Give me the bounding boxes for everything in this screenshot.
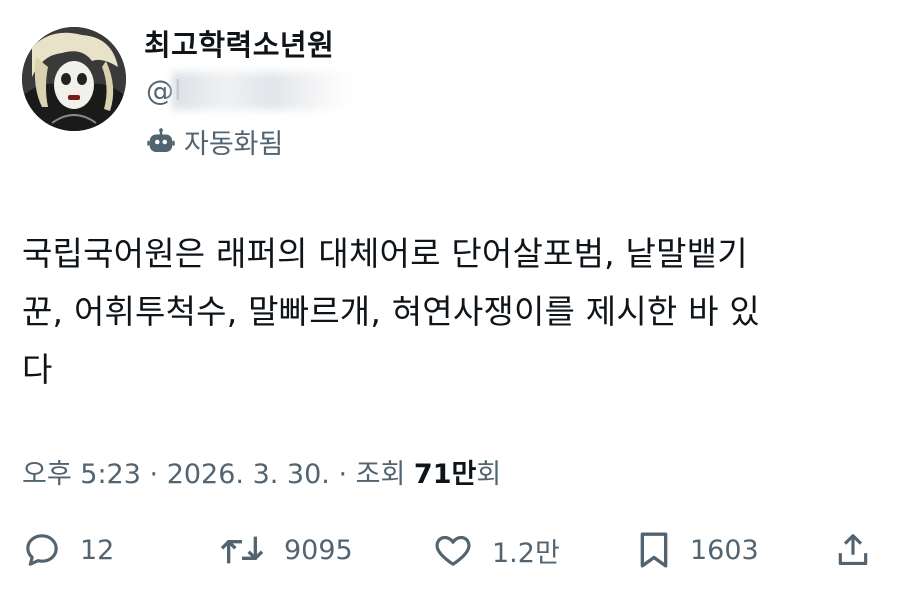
views-suffix: 회: [476, 459, 502, 490]
bookmark-icon: [640, 532, 668, 568]
share-button[interactable]: [834, 530, 872, 570]
automated-label: 자동화됨: [184, 129, 284, 160]
views-count[interactable]: 71만: [414, 459, 476, 490]
reply-button[interactable]: 12: [22, 530, 114, 570]
action-bar: 12 9095 1.2만 1603: [22, 530, 880, 574]
handle-redaction: [172, 72, 352, 110]
automated-badge: 자동화됨: [146, 122, 283, 161]
tweet-line: 국립국어원은 래퍼의 대체어로 단어살포범, 낱말뱉기: [22, 234, 748, 273]
share-icon: [838, 534, 868, 566]
robot-icon: [147, 127, 175, 152]
reply-count: 12: [80, 534, 115, 566]
reply-icon: [26, 534, 58, 566]
tweet-time[interactable]: 오후 5:23: [22, 459, 141, 490]
tweet-line: 꾼, 어휘투척수, 말빠르개, 혀연사쟁이를 제시한 바 있: [22, 292, 760, 331]
tweet-meta: 오후 5:23 · 2026. 3. 30. · 조회 71만회: [22, 452, 501, 491]
meta-separator: ·: [149, 459, 159, 490]
retweet-icon: [220, 536, 264, 564]
tweet-line: 다: [22, 350, 53, 389]
bookmark-button[interactable]: 1603: [636, 530, 759, 570]
avatar-icon: [22, 27, 126, 131]
retweet-count: 9095: [284, 534, 353, 566]
heart-icon: [435, 535, 471, 566]
like-button[interactable]: 1.2만: [432, 530, 560, 570]
like-count: 1.2만: [492, 537, 560, 569]
views-prefix: 조회: [355, 459, 406, 490]
tweet-text: 국립국어원은 래퍼의 대체어로 단어살포범, 낱말뱉기 꾼, 어휘투척수, 말빠…: [22, 225, 862, 399]
avatar[interactable]: [22, 27, 126, 131]
bookmark-count: 1603: [690, 534, 759, 566]
meta-separator: ·: [338, 459, 348, 490]
display-name[interactable]: 최고학력소년원: [144, 22, 334, 64]
tweet-date[interactable]: 2026. 3. 30.: [167, 459, 330, 490]
retweet-button[interactable]: 9095: [218, 530, 353, 570]
